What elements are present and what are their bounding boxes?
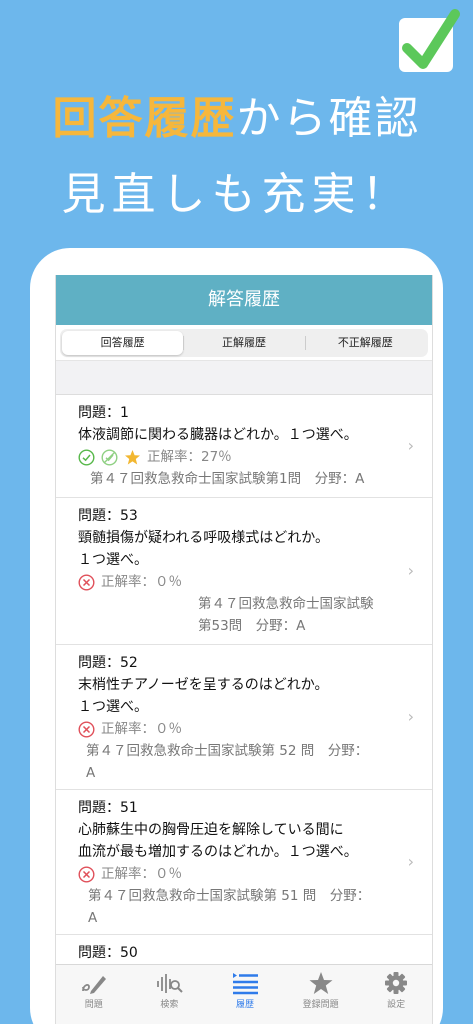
correct-rate: 正解率：０％ [101, 721, 182, 737]
chevron-right-icon: › [407, 852, 414, 871]
tab-history[interactable]: 履歴 [207, 965, 283, 1024]
question-text: 頸髄損傷が疑われる呼吸様式はどれか。 [78, 530, 330, 546]
nav-title: 解答履歴 [56, 275, 432, 325]
incorrect-circle-icon [78, 865, 95, 883]
question-source: 第４７回救急救命士国家試験第 52 問 分野： [86, 743, 369, 759]
promo-headline: 回答履歴から確認 [0, 82, 473, 146]
question-source-cont: 第53問 分野：A [198, 618, 306, 634]
segment-correct-history[interactable]: 正解履歴 [183, 331, 304, 355]
checkmark-badge-icon [399, 9, 460, 72]
promo-rest: から確認 [236, 93, 421, 144]
no-answer-circle-icon [101, 448, 118, 466]
promo-highlight: 回答履歴 [52, 93, 237, 144]
tab-bar: 問題 検索 履歴 登録問題 設定 [56, 964, 432, 1024]
list-item[interactable]: 問題：51 心肺蘇生中の胸骨圧迫を解除している間に 血流が最も増加するのはどれか… [56, 790, 432, 935]
question-number: 問題：51 [78, 800, 138, 816]
tab-label: 検索 [160, 1000, 179, 1010]
question-text-cont: 血流が最も増加するのはどれか。１つ選べ。 [78, 844, 358, 860]
gear-icon [385, 972, 408, 994]
tab-questions[interactable]: 問題 [56, 965, 132, 1024]
correct-circle-icon [78, 448, 95, 466]
question-number: 問題：53 [78, 508, 138, 524]
question-source: 第４７回救急救命士国家試験第 51 問 分野： [88, 888, 371, 904]
question-source-cont: A [88, 910, 98, 926]
question-text: 心肺蘇生中の胸骨圧迫を解除している間に [78, 822, 344, 838]
question-text-cont: １つ選べ。 [78, 699, 148, 715]
section-spacer [56, 361, 432, 395]
chevron-right-icon: › [407, 436, 414, 455]
segment-incorrect-history[interactable]: 不正解履歴 [304, 331, 426, 355]
question-source: 第４７回救急救命士国家試験 [198, 596, 374, 612]
tab-label: 履歴 [235, 1000, 254, 1010]
list-item[interactable]: 問題：1 体液調節に関わる臓器はどれか。１つ選べ。 正解率：27％ 第４７回救急… [56, 395, 432, 498]
question-number: 問題：1 [78, 405, 129, 421]
chevron-right-icon: › [407, 561, 414, 580]
question-text-cont: １つ選べ。 [78, 552, 148, 568]
chevron-right-icon: › [407, 707, 414, 726]
list-item[interactable]: 問題：52 末梢性チアノーゼを呈するのはどれか。 １つ選べ。 正解率：０％ 第４… [56, 645, 432, 790]
correct-rate: 正解率：０％ [101, 866, 182, 882]
segment-answer-history[interactable]: 回答履歴 [62, 331, 184, 355]
incorrect-circle-icon [78, 720, 95, 738]
star-icon[interactable] [124, 449, 141, 466]
question-number: 問題：52 [78, 655, 138, 671]
incorrect-circle-icon [78, 573, 95, 591]
question-text: 末梢性チアノーゼを呈するのはどれか。 [78, 677, 329, 693]
promo-subheadline: 見直しも充実！ [61, 169, 412, 220]
tab-label: 設定 [387, 1000, 406, 1010]
tab-search[interactable]: 検索 [132, 965, 208, 1024]
question-number: 問題：50 [78, 945, 138, 961]
tab-saved[interactable]: 登録問題 [283, 965, 359, 1024]
question-source: 第４７回救急救命士国家試験第1問 分野：A [90, 471, 365, 487]
list-icon [232, 973, 258, 995]
tab-settings[interactable]: 設定 [358, 965, 432, 1024]
tab-label: 問題 [84, 1000, 103, 1010]
star-icon [309, 972, 333, 994]
search-wave-icon [157, 974, 184, 993]
list-item[interactable]: 問題：53 頸髄損傷が疑われる呼吸様式はどれか。 １つ選べ。 正解率：０％ 第４… [56, 498, 432, 645]
question-source-cont: A [86, 765, 96, 781]
pencil-icon [81, 976, 106, 994]
correct-rate: 正解率：０％ [101, 574, 182, 590]
tab-label: 登録問題 [302, 1000, 339, 1010]
app-screen: 解答履歴 回答履歴 正解履歴 不正解履歴 問題：1 体液調節に関わる臓器はどれか… [55, 275, 433, 1024]
correct-rate: 正解率：27％ [147, 449, 232, 465]
segmented-control: 回答履歴 正解履歴 不正解履歴 [56, 325, 432, 361]
question-text: 体液調節に関わる臓器はどれか。１つ選べ。 [78, 427, 358, 443]
